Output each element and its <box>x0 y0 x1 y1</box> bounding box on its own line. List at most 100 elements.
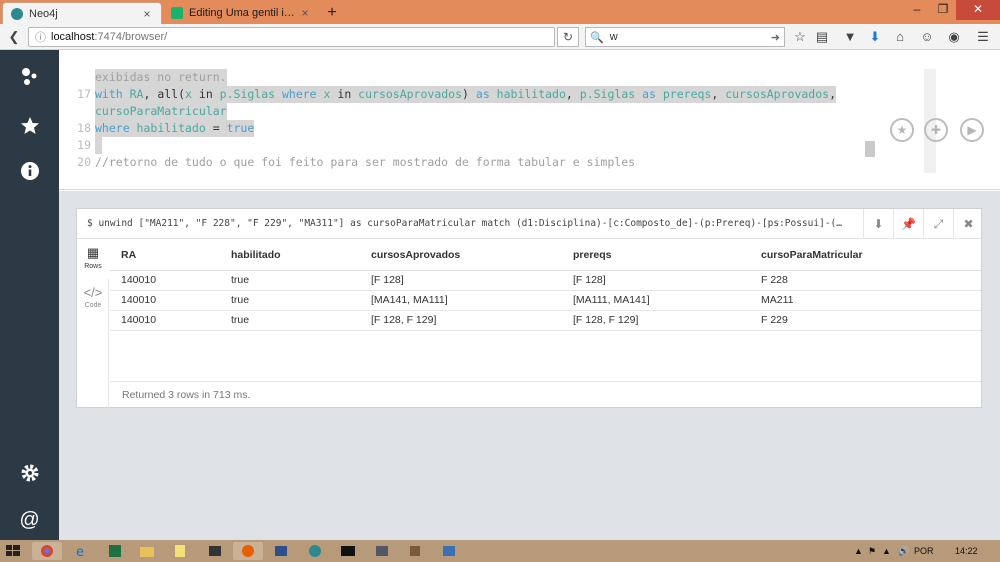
app-taskbar-icon[interactable] <box>367 542 397 560</box>
frame-header: $ unwind ["MA211", "F 228", "F 229", "MA… <box>77 209 981 239</box>
emoji-icon[interactable]: ☺ <box>918 28 936 46</box>
download-icon[interactable]: ⬇ <box>866 28 884 46</box>
url-bar[interactable]: ⓘ localhost:7474/browser/ <box>28 27 555 47</box>
tab-close-icon[interactable]: × <box>141 7 153 21</box>
medium-favicon-icon <box>171 7 183 19</box>
line-number: 21 <box>75 171 95 173</box>
language-indicator[interactable]: POR <box>914 540 934 562</box>
bookmark-star-icon[interactable]: ☆ <box>791 28 809 46</box>
reading-list-icon[interactable]: ▤ <box>813 28 831 46</box>
code-token: where <box>275 87 324 101</box>
ie-taskbar-icon[interactable]: e <box>66 542 96 560</box>
tab-rows[interactable]: ▦ Rows <box>77 239 109 279</box>
code-token: cursosAprovados <box>725 87 830 101</box>
code-token: as <box>475 87 497 101</box>
column-header: RA <box>110 240 220 271</box>
code-text <box>95 137 102 154</box>
line-number <box>75 69 95 86</box>
download-icon[interactable]: ⬇ <box>863 209 893 239</box>
browser-titlebar: Neo4j × Editing Uma gentil introd... × +… <box>0 0 1000 24</box>
tab-neo4j[interactable]: Neo4j × <box>2 2 162 24</box>
frame-query-text[interactable]: $ unwind ["MA211", "F 228", "F 229", "MA… <box>87 209 847 239</box>
start-windows-icon[interactable] <box>4 542 26 560</box>
table-cell: [F 128, F 129] <box>360 310 562 331</box>
table-cell: [F 128, F 129] <box>562 310 750 331</box>
maximize-button[interactable]: ❐ <box>930 0 956 20</box>
query-editor[interactable]: exibidas no return. 17 with RA, all(x in p… <box>75 69 878 173</box>
chrome-taskbar-icon[interactable] <box>32 542 62 560</box>
clock[interactable]: 14:22 <box>955 540 978 562</box>
tab-code[interactable]: </> Code <box>77 279 109 319</box>
neo4j-favicon-icon <box>11 7 23 20</box>
tab-label: Editing Uma gentil introd... <box>189 7 299 19</box>
add-query-plus-icon[interactable]: ✚ <box>924 118 948 142</box>
code-text: exibidas no return. <box>95 69 227 86</box>
code-token: p.Siglas <box>579 87 636 101</box>
expand-icon[interactable]: ⤢ <box>923 209 953 239</box>
tab-code-label: Code <box>84 302 102 309</box>
table-row: 140010 true [F 128] [F 128] F 228 <box>110 270 981 291</box>
column-header: cursoParaMatricular <box>750 240 981 271</box>
table-cell: [F 128] <box>562 270 750 291</box>
explorer-taskbar-icon[interactable] <box>132 542 162 560</box>
column-header: prereqs <box>562 240 750 271</box>
app-taskbar-icon[interactable] <box>200 542 230 560</box>
code-line: exibidas no return. <box>75 69 878 86</box>
table-row: 140010 true [F 128, F 129] [F 128, F 129… <box>110 310 981 331</box>
code-token: in <box>330 87 359 101</box>
line-number: 17 <box>77 87 91 101</box>
extension-icon[interactable]: ◉ <box>945 28 963 46</box>
notes-taskbar-icon[interactable] <box>165 542 195 560</box>
back-arrow-icon[interactable]: ❮ <box>4 27 24 47</box>
tab-rows-label: Rows <box>84 263 102 270</box>
table-cell: [MA141, MA111] <box>360 290 562 311</box>
network-icon[interactable]: ▲ <box>882 540 891 562</box>
app-taskbar-icon[interactable] <box>300 542 330 560</box>
menu-icon[interactable]: ☰ <box>974 28 992 46</box>
code-line: cursoParaMatricular <box>75 103 878 120</box>
settings-gear-icon[interactable] <box>0 453 59 493</box>
svg-text:e: e <box>76 545 84 560</box>
search-input[interactable]: 🔍 w ➜ <box>585 27 785 47</box>
tray-arrow-icon[interactable]: ▲ <box>854 540 863 562</box>
favorite-query-star-icon[interactable]: ★ <box>890 118 914 142</box>
minimize-button[interactable]: – <box>904 0 930 20</box>
code-text: //retorno de tudo o que foi feito para s… <box>95 154 635 171</box>
code-text: where habilitado = true <box>95 120 255 137</box>
neo4j-logo-icon[interactable] <box>0 57 59 97</box>
tray-flag-icon[interactable]: ⚑ <box>868 540 876 562</box>
app-taskbar-icon[interactable] <box>434 542 464 560</box>
frame-status-text: Returned 3 rows in 713 ms. <box>110 381 981 408</box>
excel-taskbar-icon[interactable] <box>100 542 130 560</box>
tab-close-icon[interactable]: × <box>299 6 311 20</box>
app-taskbar-icon[interactable] <box>400 542 430 560</box>
favorites-star-icon[interactable] <box>0 106 59 146</box>
search-go-icon[interactable]: ➜ <box>771 31 780 44</box>
pocket-icon[interactable]: ▼ <box>841 28 859 46</box>
cmd-taskbar-icon[interactable] <box>333 542 363 560</box>
result-frame: $ unwind ["MA211", "F 228", "F 229", "MA… <box>76 208 982 409</box>
table-cell: 140010 <box>110 290 220 311</box>
screen: Neo4j × Editing Uma gentil introd... × +… <box>0 0 1000 562</box>
close-frame-icon[interactable]: ✖ <box>953 209 983 239</box>
code-line: 17 with RA, all(x in p.Siglas where x in … <box>75 86 878 103</box>
app-taskbar-icon[interactable] <box>266 542 296 560</box>
table-cell: true <box>220 270 360 291</box>
neo4j-sidebar: @ <box>0 50 59 540</box>
home-icon[interactable]: ⌂ <box>891 28 909 46</box>
at-sign-icon[interactable]: @ <box>0 500 59 540</box>
search-value: w <box>609 31 618 43</box>
editor-scrollbar-thumb[interactable] <box>865 141 875 157</box>
info-icon[interactable] <box>0 151 59 191</box>
volume-icon[interactable]: 🔊 <box>898 540 909 562</box>
run-query-play-icon[interactable]: ▶ <box>960 118 984 142</box>
pin-icon[interactable]: 📌 <box>893 209 923 239</box>
table-row: 140010 true [MA141, MA111] [MA111, MA141… <box>110 290 981 311</box>
results-table: RA habilitado cursosAprovados prereqs cu… <box>110 240 981 331</box>
window-close-button[interactable]: ✕ <box>956 0 1000 20</box>
reload-icon[interactable]: ↻ <box>557 27 579 47</box>
new-tab-button[interactable]: + <box>322 3 342 23</box>
firefox-taskbar-icon[interactable] <box>233 542 263 560</box>
search-icon: 🔍 <box>590 31 604 44</box>
tab-editing[interactable]: Editing Uma gentil introd... × <box>163 2 319 24</box>
